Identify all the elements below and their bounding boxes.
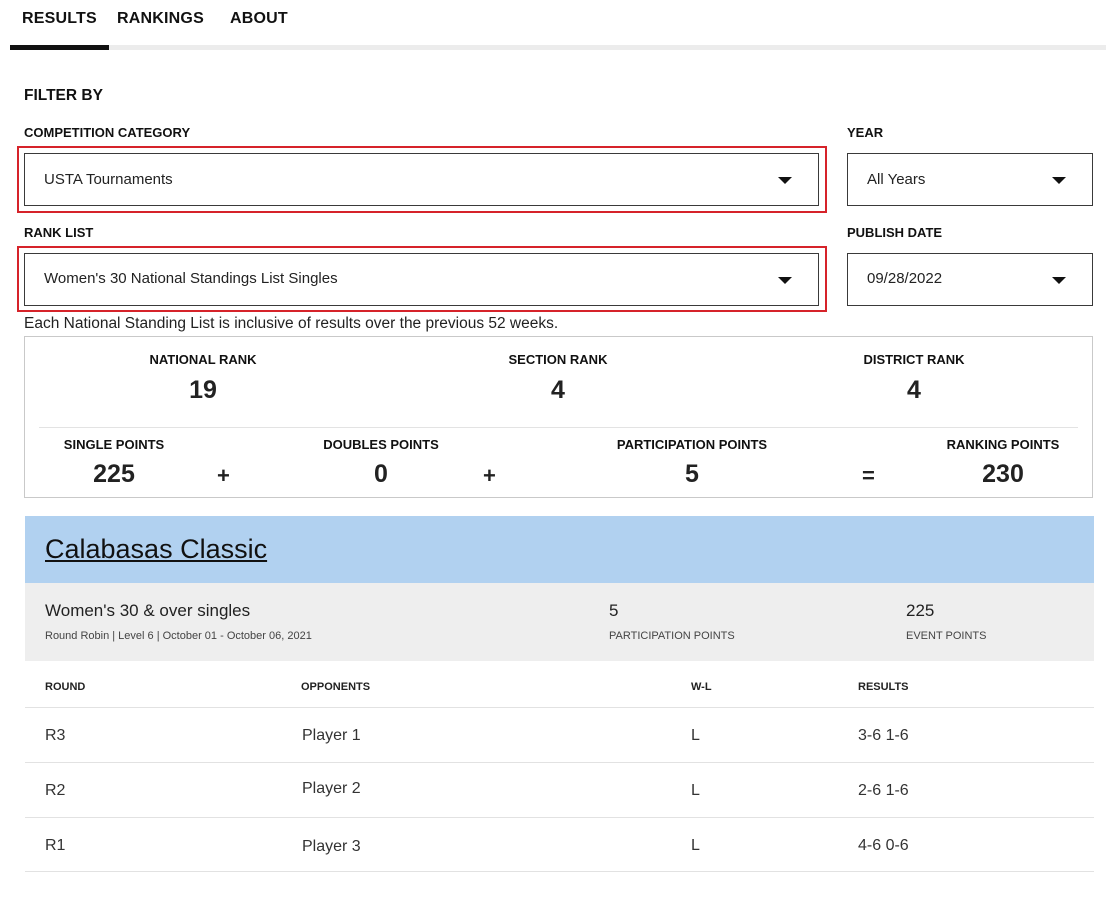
filter-title: FILTER BY <box>24 87 103 104</box>
national-rank-value: 19 <box>189 376 217 404</box>
ranking-summary: NATIONAL RANK 19 SECTION RANK 4 DISTRICT… <box>24 336 1093 498</box>
ranking-points-label: RANKING POINTS <box>946 437 1060 452</box>
event-summary: Women's 30 & over singles Round Robin | … <box>25 583 1094 661</box>
caret-down-icon <box>1052 177 1066 184</box>
district-rank-label: DISTRICT RANK <box>863 352 965 367</box>
column-header-round: ROUND <box>45 681 86 693</box>
single-points-value: 225 <box>93 460 135 488</box>
table-row: R2 Player 2 L 2-6 1-6 <box>25 762 1094 817</box>
competition-category-select[interactable]: USTA Tournaments <box>24 153 819 206</box>
event-points-label: EVENT POINTS <box>906 630 987 642</box>
column-header-wl: W-L <box>691 681 712 693</box>
opponent-cell: Player 2 <box>302 780 361 797</box>
competition-category-label: COMPETITION CATEGORY <box>24 125 191 140</box>
participation-points-value: 5 <box>685 460 699 488</box>
event-participation-points-value: 5 <box>609 601 619 620</box>
event-title-link[interactable]: Calabasas Classic <box>45 534 267 565</box>
rank-list-select[interactable]: Women's 30 National Standings List Singl… <box>24 253 819 306</box>
participation-points-label: PARTICIPATION POINTS <box>616 437 768 452</box>
year-label: YEAR <box>847 125 884 140</box>
competition-category-value: USTA Tournaments <box>44 171 173 188</box>
round-cell: R2 <box>45 782 66 799</box>
wl-cell: L <box>691 837 700 854</box>
round-cell: R3 <box>45 727 66 744</box>
wl-cell: L <box>691 727 700 744</box>
equals-sign: = <box>862 463 875 488</box>
section-rank-value: 4 <box>551 376 565 404</box>
result-cell: 3-6 1-6 <box>858 727 909 744</box>
round-cell: R1 <box>45 837 66 854</box>
event-division: Women's 30 & over singles <box>45 601 251 620</box>
tab-rankings[interactable]: RANKINGS <box>117 10 204 28</box>
result-cell: 2-6 1-6 <box>858 782 909 799</box>
table-row: R3 Player 1 L 3-6 1-6 <box>25 707 1094 762</box>
tab-bar: RESULTS RANKINGS ABOUT <box>10 0 1106 51</box>
event-participation-points-label: PARTICIPATION POINTS <box>609 630 735 642</box>
tab-about[interactable]: ABOUT <box>230 10 288 28</box>
event-header: Calabasas Classic <box>25 516 1094 583</box>
tab-results[interactable]: RESULTS <box>10 10 109 50</box>
publish-date-select[interactable]: 09/28/2022 <box>847 253 1093 306</box>
caret-down-icon <box>778 177 792 184</box>
publish-date-label: PUBLISH DATE <box>847 225 943 240</box>
national-rank-label: NATIONAL RANK <box>149 352 257 367</box>
opponent-cell: Player 1 <box>302 727 361 744</box>
caret-down-icon <box>778 277 792 284</box>
event-details: Round Robin | Level 6 | October 01 - Oct… <box>45 630 312 642</box>
doubles-points-value: 0 <box>374 460 388 488</box>
tab-track <box>10 45 1106 50</box>
table-row: R1 Player 3 L 4-6 0-6 <box>25 817 1094 872</box>
result-cell: 4-6 0-6 <box>858 837 909 854</box>
summary-divider <box>39 427 1078 428</box>
event-points-value: 225 <box>906 601 935 620</box>
column-header-opponents: OPPONENTS <box>301 681 371 693</box>
plus-sign: + <box>217 463 230 488</box>
year-value: All Years <box>867 171 926 188</box>
year-select[interactable]: All Years <box>847 153 1093 206</box>
section-rank-label: SECTION RANK <box>508 352 608 367</box>
doubles-points-label: DOUBLES POINTS <box>323 437 439 452</box>
caret-down-icon <box>1052 277 1066 284</box>
column-header-results: RESULTS <box>858 681 909 693</box>
rank-list-label: RANK LIST <box>24 225 94 240</box>
plus-sign: + <box>483 463 496 488</box>
single-points-label: SINGLE POINTS <box>63 437 165 452</box>
wl-cell: L <box>691 782 700 799</box>
ranking-points-value: 230 <box>982 460 1024 488</box>
opponent-cell: Player 3 <box>302 838 361 855</box>
publish-date-value: 09/28/2022 <box>867 270 943 287</box>
standing-list-note: Each National Standing List is inclusive… <box>24 315 559 332</box>
district-rank-value: 4 <box>907 376 921 404</box>
rank-list-value: Women's 30 National Standings List Singl… <box>44 270 338 287</box>
